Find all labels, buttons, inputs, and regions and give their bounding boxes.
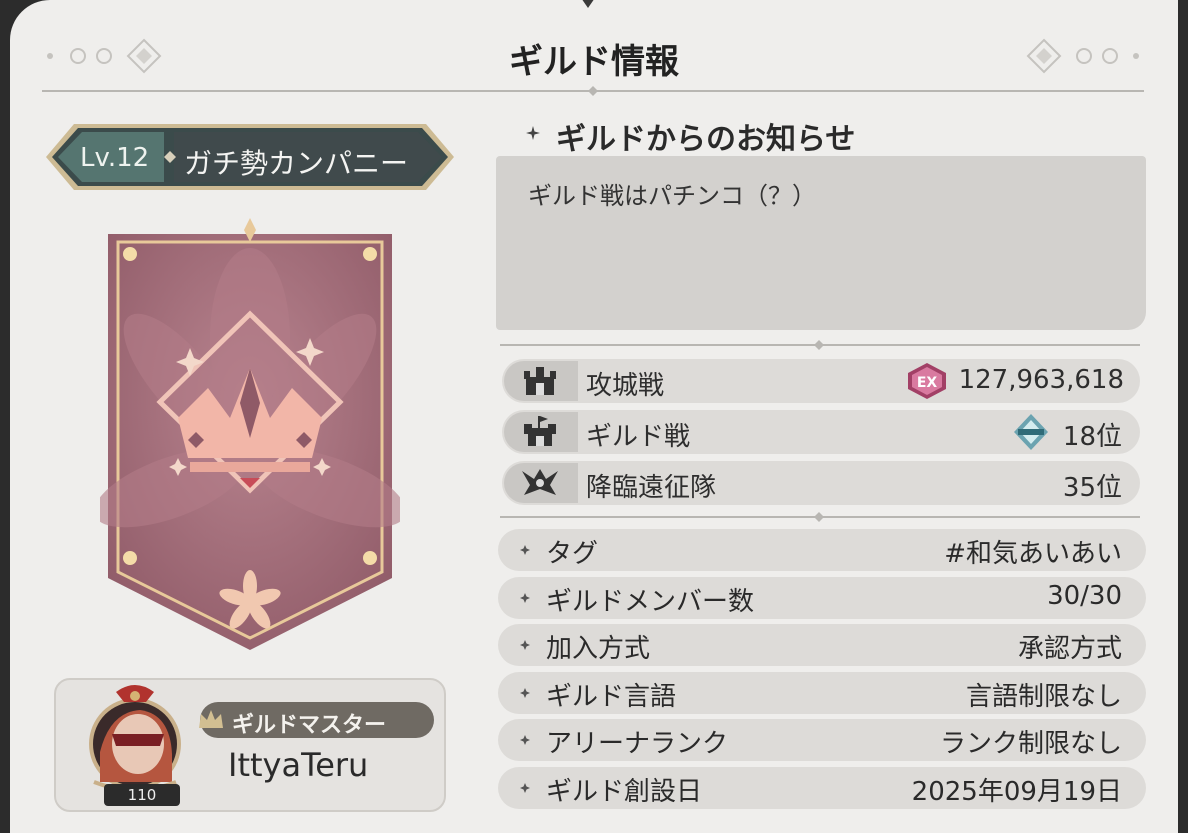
info-label: ギルド創設日 <box>546 777 703 807</box>
bullet-diamond-icon <box>520 593 530 603</box>
stat-value: 35位 <box>1062 473 1122 503</box>
sparkle-icon <box>526 126 540 140</box>
info-label: ギルド言語 <box>546 682 677 712</box>
stat-value: 127,963,618 <box>958 365 1124 395</box>
page-title: ギルド情報 <box>509 42 679 82</box>
divider-diamond-icon <box>588 86 598 96</box>
divider-diamond-icon <box>814 512 824 522</box>
stat-value: 18位 <box>1062 422 1122 452</box>
guild-notice-text: ギルド戦はパチンコ（？） <box>528 182 816 210</box>
guild-level: Lv.12 <box>80 143 150 173</box>
bullet-diamond-icon <box>520 545 530 555</box>
ex-rank-badge-icon: EX <box>908 363 946 399</box>
castle-siege-icon <box>524 367 556 395</box>
info-value: 言語制限なし <box>965 682 1122 712</box>
info-label: ギルドメンバー数 <box>546 587 755 617</box>
master-name: IttyaTeru <box>228 746 369 784</box>
stat-label: 降臨遠征隊 <box>586 473 717 503</box>
expedition-icon <box>522 469 558 495</box>
guild-name: ガチ勢カンパニー <box>184 147 409 180</box>
bullet-diamond-icon <box>520 735 530 745</box>
master-player-level: 110 <box>104 784 180 806</box>
stat-label: ギルド戦 <box>586 422 691 452</box>
info-value: 2025年09月19日 <box>911 777 1122 807</box>
info-value: #和気あいあい <box>944 539 1122 569</box>
master-role-label: ギルドマスター <box>232 713 387 738</box>
crown-icon <box>199 710 223 728</box>
svg-text:EX: EX <box>917 375 938 391</box>
info-value: 30/30 <box>1047 581 1122 611</box>
title-ornament-left-icon <box>47 38 162 74</box>
guild-emblem-banner <box>100 218 400 650</box>
guild-war-icon <box>524 416 556 446</box>
rank-badge-icon <box>1014 414 1048 450</box>
info-value: ランク制限なし <box>939 729 1122 759</box>
info-label: 加入方式 <box>546 634 651 664</box>
bullet-diamond-icon <box>520 640 530 650</box>
info-label: アリーナランク <box>546 729 729 759</box>
info-value: 承認方式 <box>1017 634 1122 664</box>
info-label: タグ <box>546 539 599 569</box>
bullet-diamond-icon <box>520 688 530 698</box>
notice-heading: ギルドからのお知らせ <box>556 122 856 157</box>
bullet-diamond-icon <box>520 783 530 793</box>
divider-diamond-icon <box>814 340 824 350</box>
top-notch-ornament <box>582 0 594 8</box>
stat-label: 攻城戦 <box>586 371 665 401</box>
title-ornament-right-icon <box>1026 38 1139 74</box>
